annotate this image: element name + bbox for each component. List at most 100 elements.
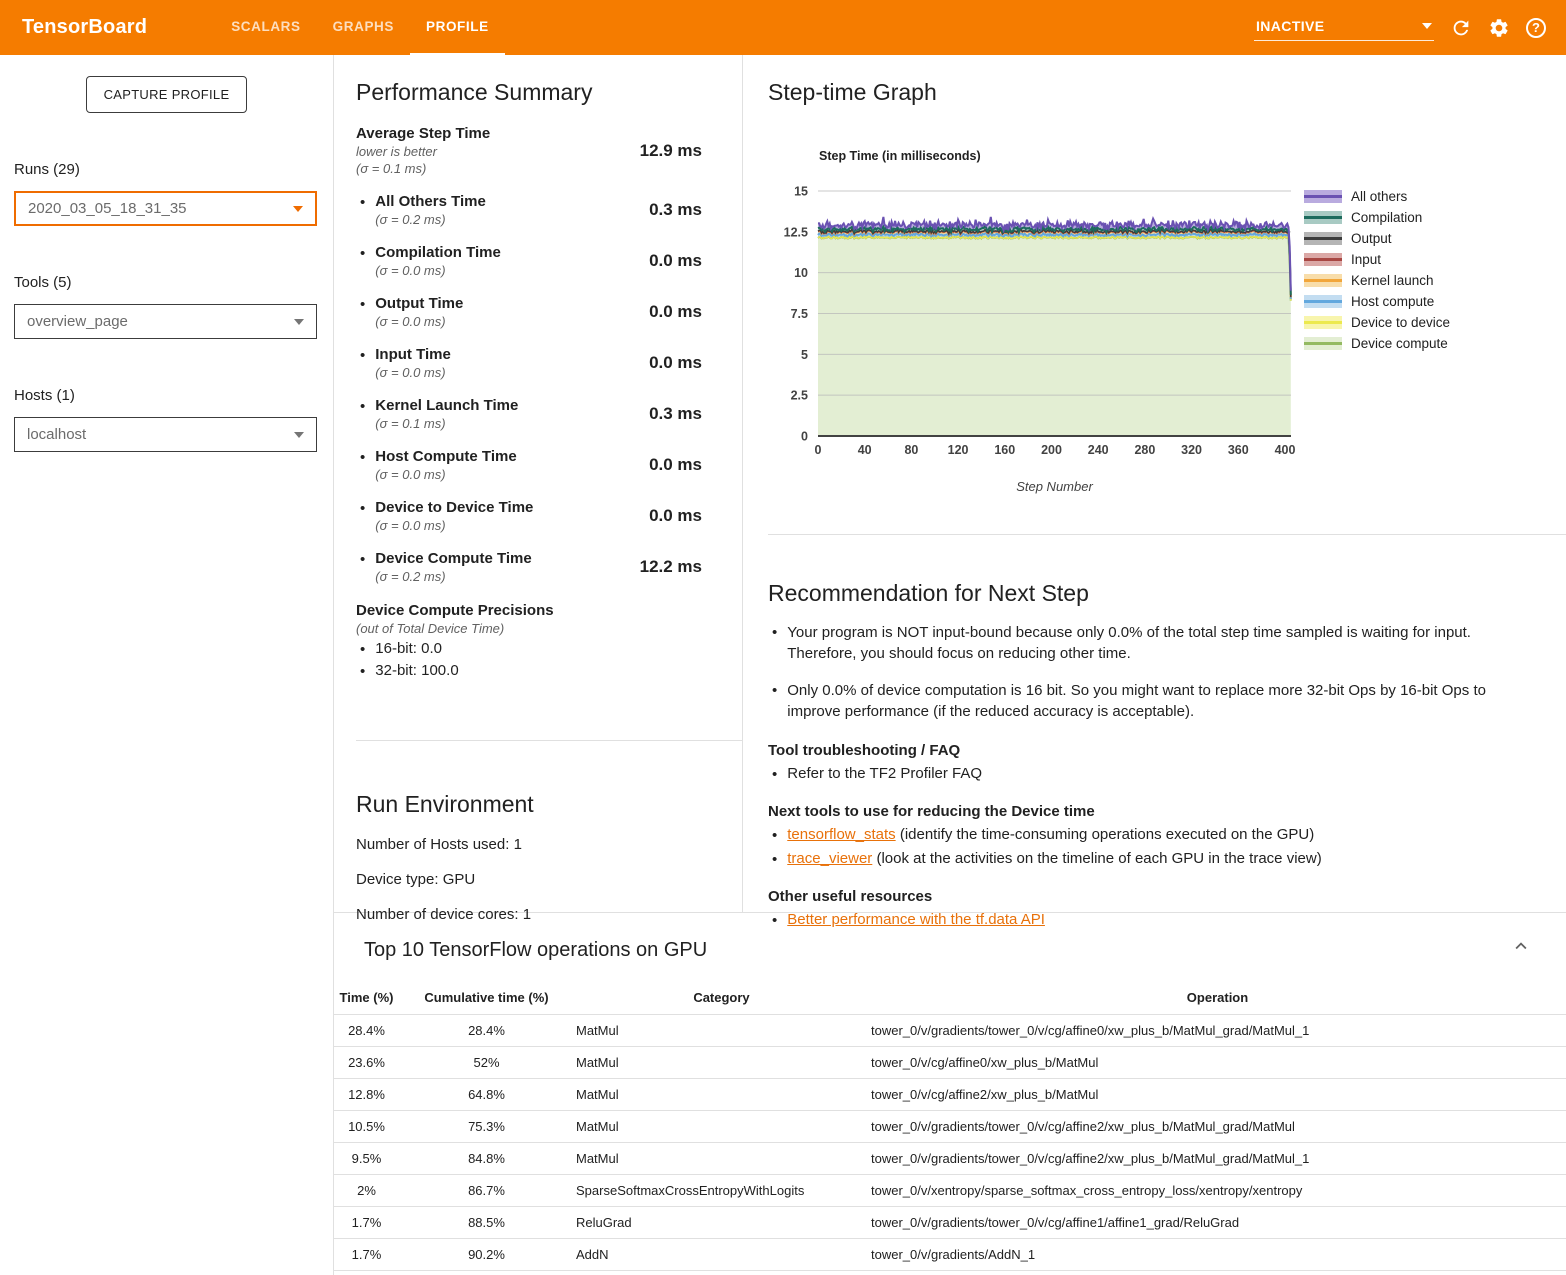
chevron-down-icon xyxy=(293,206,303,212)
recommendation-subsections: Tool troubleshooting / FAQ•Refer to the … xyxy=(768,742,1526,929)
cell-operation: tower_0/v/cg/affine0/xw_plus_b/MatMul xyxy=(869,1047,1566,1079)
legend-swatch xyxy=(1304,232,1342,245)
legend-swatch xyxy=(1304,316,1342,329)
cell-cumulative: 75.3% xyxy=(399,1111,574,1143)
cell-category: MatMul xyxy=(574,1111,869,1143)
runs-select[interactable]: 2020_03_05_18_31_35 xyxy=(14,191,317,226)
collapse-chevron-up-icon[interactable] xyxy=(1510,935,1532,957)
cell-time: 2% xyxy=(334,1175,399,1207)
average-step-time: Average Step Time lower is better (σ = 0… xyxy=(356,125,742,176)
run-environment-section: Run Environment Number of Hosts used: 1D… xyxy=(356,741,742,923)
cell-operation: tower_0/v/gradients/tower_0/v/cg/affine2… xyxy=(869,1143,1566,1175)
bullet-icon: • xyxy=(360,551,365,584)
perf-item: •Kernel Launch Time(σ = 0.1 ms)0.3 ms xyxy=(356,397,742,431)
perf-item-label: Kernel Launch Time xyxy=(375,397,518,414)
status-dropdown[interactable]: INACTIVE xyxy=(1254,14,1434,41)
y-tick-label: 15 xyxy=(794,185,808,199)
step-time-graph-title: Step-time Graph xyxy=(768,79,1566,106)
precision-item: •16-bit: 0.0 xyxy=(356,640,742,658)
x-tick-label: 200 xyxy=(1041,443,1062,457)
cell-category: ReluGrad xyxy=(574,1207,869,1239)
perf-item-text: Device Compute Time(σ = 0.2 ms) xyxy=(375,550,531,584)
cell-operation: tower_0/v/cg/affine2/xw_plus_b/MatMul xyxy=(869,1079,1566,1111)
bullet-icon: • xyxy=(772,622,777,665)
perf-item-value: 0.0 ms xyxy=(649,506,702,526)
recommendation-bullet: •Your program is NOT input-bound because… xyxy=(768,622,1526,665)
perf-items: •All Others Time(σ = 0.2 ms)0.3 ms•Compi… xyxy=(356,193,742,584)
tab-scalars[interactable]: SCALARS xyxy=(215,0,316,55)
run-environment-line: Number of Hosts used: 1 xyxy=(356,836,742,853)
x-tick-label: 120 xyxy=(948,443,969,457)
gear-icon[interactable] xyxy=(1488,17,1510,39)
cell-category: AddN xyxy=(574,1239,869,1271)
tools-select[interactable]: overview_page xyxy=(14,304,317,339)
tab-graphs[interactable]: GRAPHS xyxy=(317,0,410,55)
tools-label: Tools (5) xyxy=(14,274,333,291)
cell-cumulative: 91.9% xyxy=(399,1271,574,1275)
perf-item-value: 0.3 ms xyxy=(649,200,702,220)
table-row: 1.7%90.2%AddNtower_0/v/gradients/AddN_1 xyxy=(334,1239,1566,1271)
performance-summary-title: Performance Summary xyxy=(356,79,742,106)
perf-item-left: •Device to Device Time(σ = 0.0 ms) xyxy=(356,499,533,533)
cell-category: MatMul xyxy=(574,1079,869,1111)
refresh-icon[interactable] xyxy=(1450,17,1472,39)
perf-item: •All Others Time(σ = 0.2 ms) 0.3 ms xyxy=(356,193,742,227)
perf-item-label: Output Time xyxy=(375,295,463,312)
perf-item: •Device Compute Time(σ = 0.2 ms)12.2 ms xyxy=(356,550,742,584)
recommendation-link[interactable]: trace_viewer xyxy=(787,850,872,867)
cell-cumulative: 88.5% xyxy=(399,1207,574,1239)
top-ops-title: Top 10 TensorFlow operations on GPU xyxy=(364,939,1566,962)
device-compute-precisions: Device Compute Precisions (out of Total … xyxy=(356,602,742,680)
perf-item-left: •Output Time(σ = 0.0 ms) xyxy=(356,295,463,329)
y-tick-label: 0 xyxy=(801,430,808,444)
performance-summary-section: Performance Summary Average Step Time lo… xyxy=(334,55,743,912)
legend-swatch xyxy=(1304,211,1342,224)
recommendation-bullet: •Only 0.0% of device computation is 16 b… xyxy=(768,680,1526,723)
top-ops-tbody: 28.4%28.4%MatMultower_0/v/gradients/towe… xyxy=(334,1015,1566,1275)
recommendation-link[interactable]: tensorflow_stats xyxy=(787,826,895,843)
legend-swatch-line xyxy=(1304,195,1342,198)
legend-item-device-to-device: Device to device xyxy=(1304,312,1450,333)
perf-item-left: •Input Time(σ = 0.0 ms) xyxy=(356,346,451,380)
cell-operation: tower_0/v/gradients/tower_0/v/cg/affine0… xyxy=(869,1015,1566,1047)
precision-item-text: 16-bit: 0.0 xyxy=(375,640,442,658)
perf-item-label: Compilation Time xyxy=(375,244,501,261)
perf-item: •Output Time(σ = 0.0 ms)0.0 ms xyxy=(356,295,742,329)
precision-item: •32-bit: 100.0 xyxy=(356,662,742,680)
tab-profile[interactable]: PROFILE xyxy=(410,0,505,55)
legend-swatch xyxy=(1304,337,1342,350)
perf-item-left: •All Others Time(σ = 0.2 ms) xyxy=(356,193,486,227)
legend-swatch-line xyxy=(1304,258,1342,261)
perf-item-value: 0.3 ms xyxy=(649,404,702,424)
legend-swatch xyxy=(1304,295,1342,308)
hosts-select[interactable]: localhost xyxy=(14,417,317,452)
cell-time: 9.5% xyxy=(334,1143,399,1175)
bullet-icon: • xyxy=(360,449,365,482)
capture-profile-button[interactable]: CAPTURE PROFILE xyxy=(86,76,248,113)
cell-operation: tower_0/v/gradients/tower_0/v/cg/affine1… xyxy=(869,1207,1566,1239)
status-dropdown-value: INACTIVE xyxy=(1256,18,1325,34)
legend-swatch-line xyxy=(1304,300,1342,303)
perf-item-left: •Compilation Time(σ = 0.0 ms) xyxy=(356,244,501,278)
chart-legend: All othersCompilationOutputInputKernel l… xyxy=(1304,186,1450,354)
cell-time: 28.4% xyxy=(334,1015,399,1047)
cell-category: MatMul xyxy=(574,1143,869,1175)
table-row: 1.7%91.9%ApplyGradientDescentappend_appl… xyxy=(334,1271,1566,1275)
help-icon[interactable]: ? xyxy=(1526,18,1546,38)
perf-item-text: All Others Time(σ = 0.2 ms) xyxy=(375,193,486,227)
table-row: 10.5%75.3%MatMultower_0/v/gradients/towe… xyxy=(334,1111,1566,1143)
col-operation: Operation xyxy=(869,984,1566,1015)
cell-cumulative: 28.4% xyxy=(399,1015,574,1047)
step-time-graph-section: Step-time Graph Step Time (in millisecon… xyxy=(743,55,1566,912)
table-header-row: Time (%) Cumulative time (%) Category Op… xyxy=(334,984,1566,1015)
y-tick-label: 7.5 xyxy=(791,307,808,321)
y-tick-label: 12.5 xyxy=(784,225,808,239)
x-tick-label: 280 xyxy=(1134,443,1155,457)
legend-swatch-line xyxy=(1304,237,1342,240)
run-environment-lines: Number of Hosts used: 1Device type: GPUN… xyxy=(356,836,742,923)
cell-time: 1.7% xyxy=(334,1207,399,1239)
col-cumulative: Cumulative time (%) xyxy=(399,984,574,1015)
cell-time: 1.7% xyxy=(334,1239,399,1271)
legend-label: Host compute xyxy=(1351,294,1434,309)
cell-category: SparseSoftmaxCrossEntropyWithLogits xyxy=(574,1175,869,1207)
